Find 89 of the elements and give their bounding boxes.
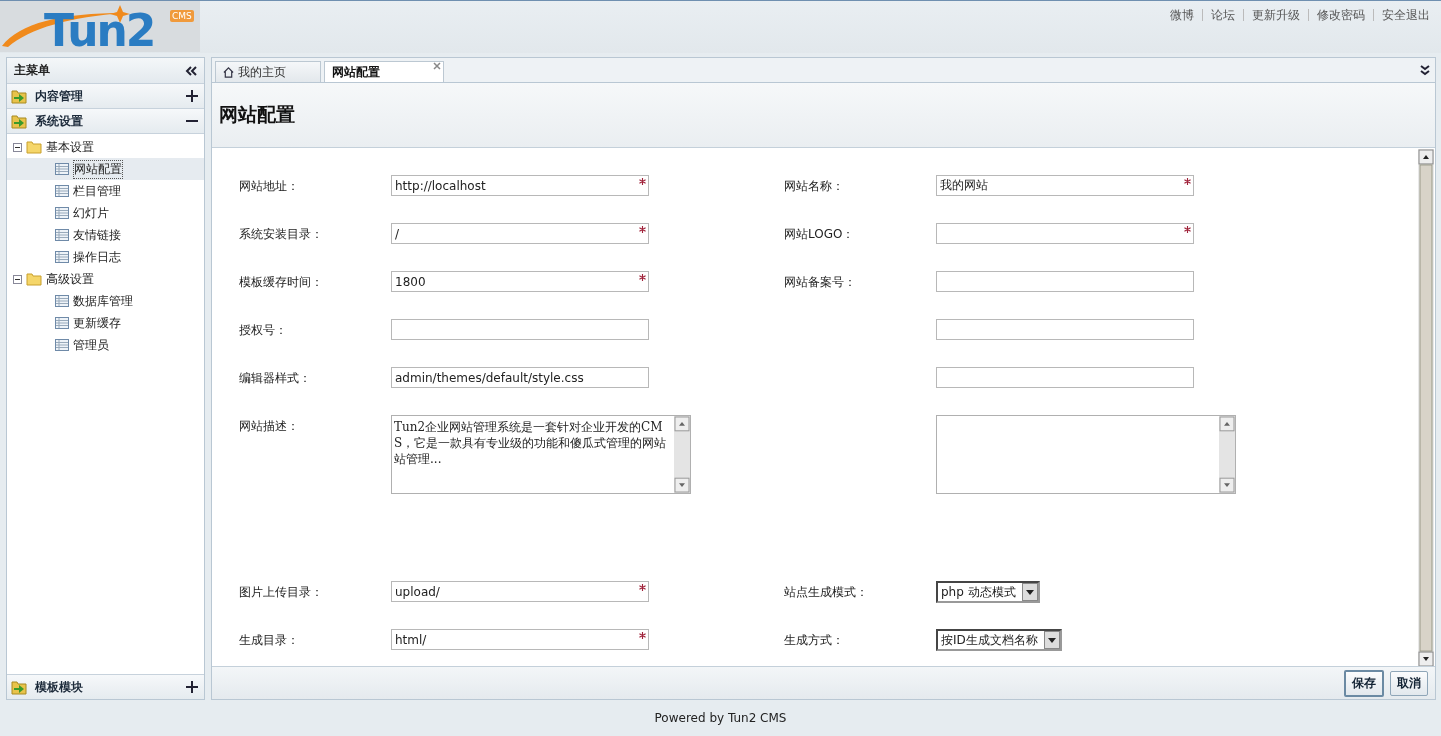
scrollbar[interactable]: [1219, 416, 1235, 493]
table-icon: [55, 207, 69, 219]
tab[interactable]: 网站配置: [324, 61, 444, 82]
collapse-box-icon[interactable]: [13, 274, 22, 284]
table-icon: [55, 339, 69, 351]
text-field[interactable]: [936, 223, 1194, 244]
plus-icon[interactable]: [186, 681, 198, 693]
table-icon: [55, 185, 69, 197]
header-link[interactable]: 微博: [1170, 6, 1194, 24]
table-icon: [55, 295, 69, 307]
tree-item[interactable]: 栏目管理: [7, 180, 204, 202]
text-field[interactable]: [936, 367, 1194, 388]
text-field[interactable]: [936, 271, 1194, 292]
save-button[interactable]: 保存: [1344, 669, 1384, 697]
folder-icon: [11, 679, 27, 695]
logo-badge: CMS: [170, 10, 194, 22]
field-label: 网站描述：: [239, 418, 300, 435]
collapse-box-icon[interactable]: [13, 142, 22, 152]
text-field[interactable]: upload/: [391, 581, 649, 602]
required-icon: [639, 274, 646, 281]
chevron-down-icon[interactable]: [1419, 64, 1431, 76]
cancel-button[interactable]: 取消: [1390, 670, 1428, 696]
dropdown[interactable]: 按ID生成文档名称: [936, 629, 1062, 651]
text-field[interactable]: http://localhost: [391, 175, 649, 196]
field-label: 网站备案号：: [784, 274, 857, 291]
field-label: 编辑器样式：: [239, 370, 312, 387]
caret-icon: [1021, 583, 1038, 601]
scrollbar[interactable]: [1418, 149, 1434, 667]
required-icon: [639, 226, 646, 233]
home-icon: [223, 66, 234, 78]
required-icon: [639, 178, 646, 185]
field-label: 生成方式：: [784, 632, 845, 649]
page-title: 网站配置: [219, 102, 295, 127]
table-icon: [55, 229, 69, 241]
field-label: 图片上传目录：: [239, 584, 324, 601]
text-area[interactable]: Tun2企业网站管理系统是一套针对企业开发的CMS，它是一款具有专业级的功能和傻瓜式管理的网站站管理...: [391, 415, 691, 494]
field-label: 系统安装目录：: [239, 226, 324, 243]
header-link[interactable]: 修改密码: [1317, 6, 1365, 24]
folder-icon: [26, 272, 42, 286]
tree-item[interactable]: 基本设置: [46, 138, 94, 156]
menu-section[interactable]: 内容管理: [7, 84, 204, 109]
plus-icon[interactable]: [186, 90, 198, 102]
field-label: 模板缓存时间：: [239, 274, 324, 291]
field-label: 站点生成模式：: [784, 584, 869, 601]
menu-section[interactable]: 模板模块: [7, 674, 204, 699]
scrollbar[interactable]: [674, 416, 690, 493]
required-icon: [639, 632, 646, 639]
tree-item[interactable]: 网站配置: [7, 158, 204, 180]
sidebar-title: 主菜单: [14, 62, 50, 79]
header-link[interactable]: 更新升级: [1252, 6, 1300, 24]
field-label: 网站地址：: [239, 178, 300, 195]
text-field[interactable]: 我的网站: [936, 175, 1194, 196]
caret-icon: [1043, 631, 1060, 649]
close-icon[interactable]: [433, 62, 441, 70]
field-label: 生成目录：: [239, 632, 300, 649]
menu-section[interactable]: 系统设置: [7, 109, 204, 134]
text-field[interactable]: admin/themes/default/style.css: [391, 367, 649, 388]
text-field[interactable]: [391, 319, 649, 340]
table-icon: [55, 251, 69, 263]
tree-item[interactable]: 操作日志: [7, 246, 204, 268]
text-field[interactable]: html/: [391, 629, 649, 650]
required-icon: [1184, 178, 1191, 185]
tree-item[interactable]: 幻灯片: [7, 202, 204, 224]
folder-icon: [11, 88, 27, 104]
tree-item[interactable]: 更新缓存: [7, 312, 204, 334]
tree-item[interactable]: 高级设置: [46, 270, 94, 288]
text-field[interactable]: /: [391, 223, 649, 244]
tree-item[interactable]: 友情链接: [7, 224, 204, 246]
required-icon: [1184, 226, 1191, 233]
table-icon: [55, 317, 69, 329]
footer-text: Powered by Tun2 CMS: [654, 711, 787, 725]
folder-icon: [26, 140, 42, 154]
text-field[interactable]: [936, 319, 1194, 340]
tree-item[interactable]: 数据库管理: [7, 290, 204, 312]
field-label: 网站LOGO：: [784, 226, 856, 243]
dropdown[interactable]: php 动态模式: [936, 581, 1040, 603]
text-area[interactable]: [936, 415, 1236, 494]
tab[interactable]: 我的主页: [215, 61, 321, 82]
logo: Tun2 CMS: [0, 1, 200, 52]
text-field[interactable]: 1800: [391, 271, 649, 292]
collapse-icon[interactable]: [185, 65, 197, 76]
tree-item[interactable]: 管理员: [7, 334, 204, 356]
header-link[interactable]: 论坛: [1211, 6, 1235, 24]
field-label: 网站名称：: [784, 178, 845, 195]
folder-icon: [11, 113, 27, 129]
table-icon: [55, 163, 69, 175]
required-icon: [639, 584, 646, 591]
field-label: 授权号：: [239, 322, 288, 339]
header-link[interactable]: 安全退出: [1382, 6, 1430, 24]
